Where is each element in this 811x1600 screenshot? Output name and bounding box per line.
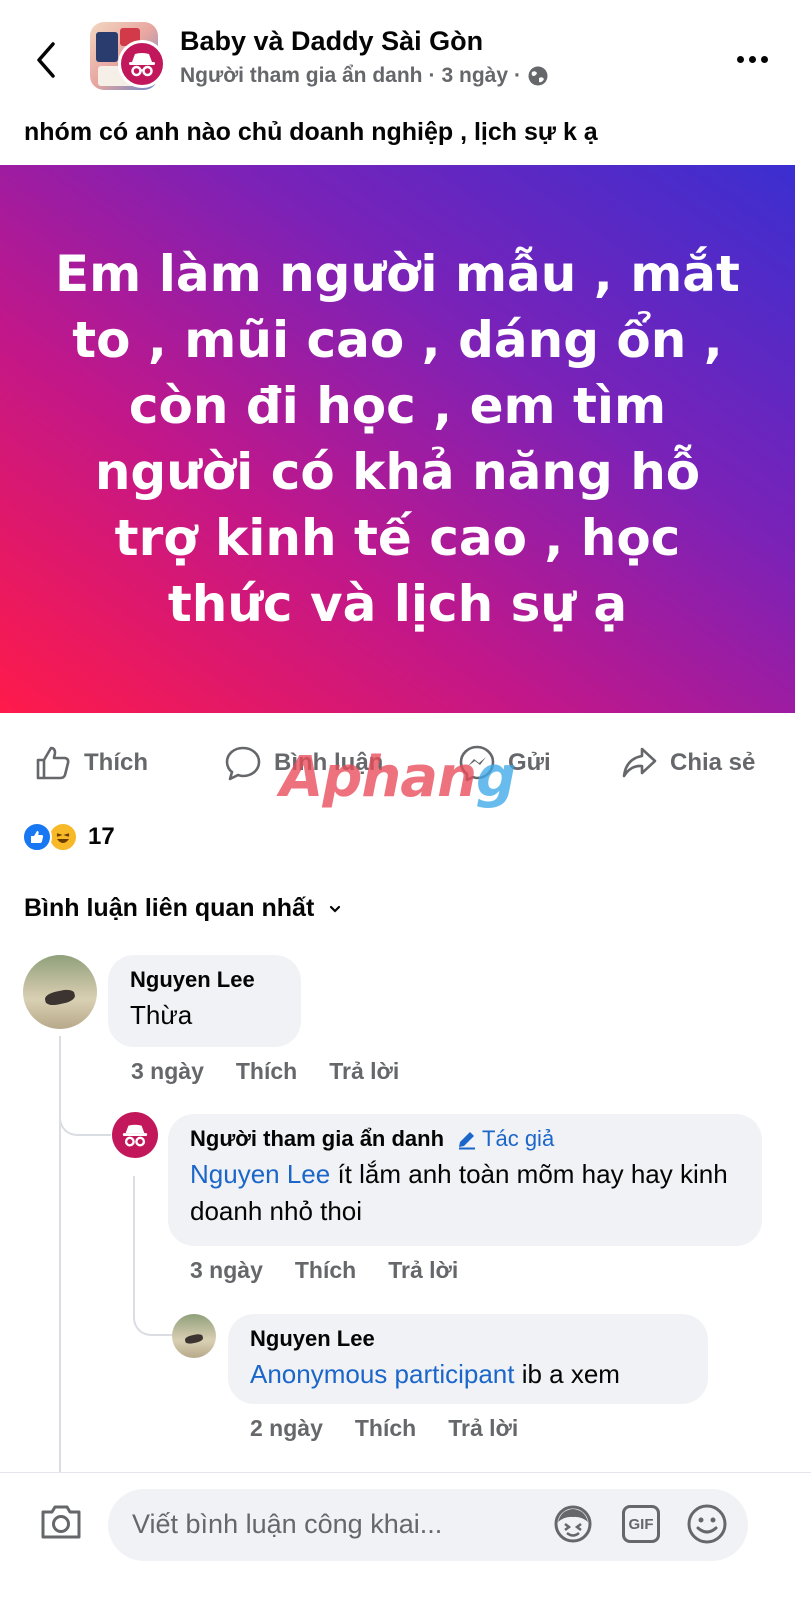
comment-mention[interactable]: Anonymous participant <box>250 1359 514 1389</box>
comment-text: Thừa <box>130 1000 193 1030</box>
comment-time[interactable]: 3 ngày <box>131 1058 204 1085</box>
like-label: Thích <box>84 749 148 776</box>
comment-bubble: Nguyen Lee Thừa <box>108 955 301 1047</box>
comment-sort-dropdown[interactable]: Bình luận liên quan nhất <box>24 894 342 923</box>
banner-text: Em làm người mẫu , mắt to , mũi cao , dá… <box>55 245 740 633</box>
post-author: Người tham gia ẩn danh <box>180 64 423 87</box>
comment-input[interactable]: Viết bình luận công khai... GIF <box>108 1489 748 1561</box>
comment-body: Nguyen Lee ít lắm anh toàn mõm hay hay k… <box>190 1156 740 1230</box>
like-button[interactable]: Thích <box>34 744 148 782</box>
incognito-icon <box>129 53 155 77</box>
avatar-sticker-icon <box>554 1505 592 1543</box>
comment-author[interactable]: Người tham gia ẩn danh <box>190 1126 444 1152</box>
post-header: Baby và Daddy Sài Gòn Người tham gia ẩn … <box>0 0 811 112</box>
thumbs-up-icon <box>36 746 70 780</box>
thread-connector <box>133 1306 173 1336</box>
avatar[interactable] <box>23 955 97 1029</box>
post-banner: Em làm người mẫu , mắt to , mũi cao , dá… <box>0 165 795 713</box>
watermark-part2: g <box>475 745 516 810</box>
comment-bubble: Nguyen Lee Anonymous participant ib a xe… <box>228 1314 708 1404</box>
comment-time[interactable]: 2 ngày <box>250 1415 323 1442</box>
comment-reply-button[interactable]: Trả lời <box>388 1257 458 1284</box>
post-meta: Người tham gia ẩn danh · 3 ngày · <box>180 64 549 88</box>
pencil-icon <box>459 1132 476 1150</box>
post-text: nhóm có anh nào chủ doanh nghiệp , lịch … <box>24 118 598 146</box>
comment-reply-button[interactable]: Trả lời <box>329 1058 399 1085</box>
post-time[interactable]: 3 ngày <box>441 64 508 88</box>
smiley-icon <box>687 1504 727 1544</box>
more-options-button[interactable] <box>730 44 774 74</box>
comment-text: ib a xem <box>514 1359 620 1389</box>
comment-bubble-icon <box>225 746 261 781</box>
thread-connector <box>59 1100 111 1136</box>
like-reaction-icon <box>22 822 52 852</box>
emoji-button[interactable] <box>684 1501 730 1547</box>
gif-icon: GIF <box>622 1505 660 1543</box>
anonymous-avatar-badge <box>118 40 166 88</box>
author-badge: Tác giả <box>456 1126 554 1152</box>
reaction-count: 17 <box>88 823 115 850</box>
incognito-icon <box>122 1124 148 1147</box>
meta-separator: · <box>428 64 436 87</box>
haha-reaction-icon <box>48 822 78 852</box>
comment-meta: 2 ngày Thích Trả lời <box>250 1415 518 1442</box>
comment-reply-button[interactable]: Trả lời <box>448 1415 518 1442</box>
more-dots-icon <box>736 55 744 63</box>
chevron-left-icon <box>37 42 55 78</box>
comment-mention[interactable]: Nguyen Lee <box>190 1159 330 1189</box>
watermark: Aphang <box>280 745 516 810</box>
comment-like-button[interactable]: Thích <box>236 1058 297 1085</box>
sort-label: Bình luận liên quan nhất <box>24 894 315 922</box>
avatar-sticker-button[interactable] <box>550 1501 596 1547</box>
author-badge-label: Tác giả <box>482 1126 555 1151</box>
camera-button[interactable] <box>38 1499 84 1545</box>
avatar[interactable] <box>112 1112 158 1158</box>
comment-input-placeholder: Viết bình luận công khai... <box>132 1509 443 1539</box>
comment-author[interactable]: Nguyen Lee <box>250 1326 686 1352</box>
comment-meta: 3 ngày Thích Trả lời <box>190 1257 458 1284</box>
avatar[interactable] <box>172 1314 216 1358</box>
reactions-summary[interactable]: 17 <box>22 822 115 852</box>
chevron-down-icon <box>330 905 341 913</box>
gif-button[interactable]: GIF <box>618 1501 664 1547</box>
share-arrow-icon <box>622 747 657 778</box>
comment-bubble: Người tham gia ẩn danh Tác giả Nguyen Le… <box>168 1114 762 1246</box>
share-label: Chia sẻ <box>670 749 756 776</box>
comment-composer: Viết bình luận công khai... GIF <box>0 1472 811 1600</box>
comment-body: Anonymous participant ib a xem <box>250 1356 686 1393</box>
comment-author-row: Người tham gia ẩn danh Tác giả <box>190 1126 740 1152</box>
watermark-part1: Aphan <box>280 745 477 810</box>
camera-icon <box>41 1505 81 1539</box>
comment-meta: 3 ngày Thích Trả lời <box>131 1058 399 1085</box>
comment-like-button[interactable]: Thích <box>355 1415 416 1442</box>
back-button[interactable] <box>26 36 66 84</box>
meta-separator: · <box>514 64 522 87</box>
thread-line <box>133 1176 135 1316</box>
share-button[interactable]: Chia sẻ <box>620 744 755 782</box>
comment-time[interactable]: 3 ngày <box>190 1257 263 1284</box>
comment-like-button[interactable]: Thích <box>295 1257 356 1284</box>
group-name[interactable]: Baby và Daddy Sài Gòn <box>180 26 483 57</box>
globe-icon <box>528 66 548 86</box>
comment-author[interactable]: Nguyen Lee <box>130 967 279 993</box>
